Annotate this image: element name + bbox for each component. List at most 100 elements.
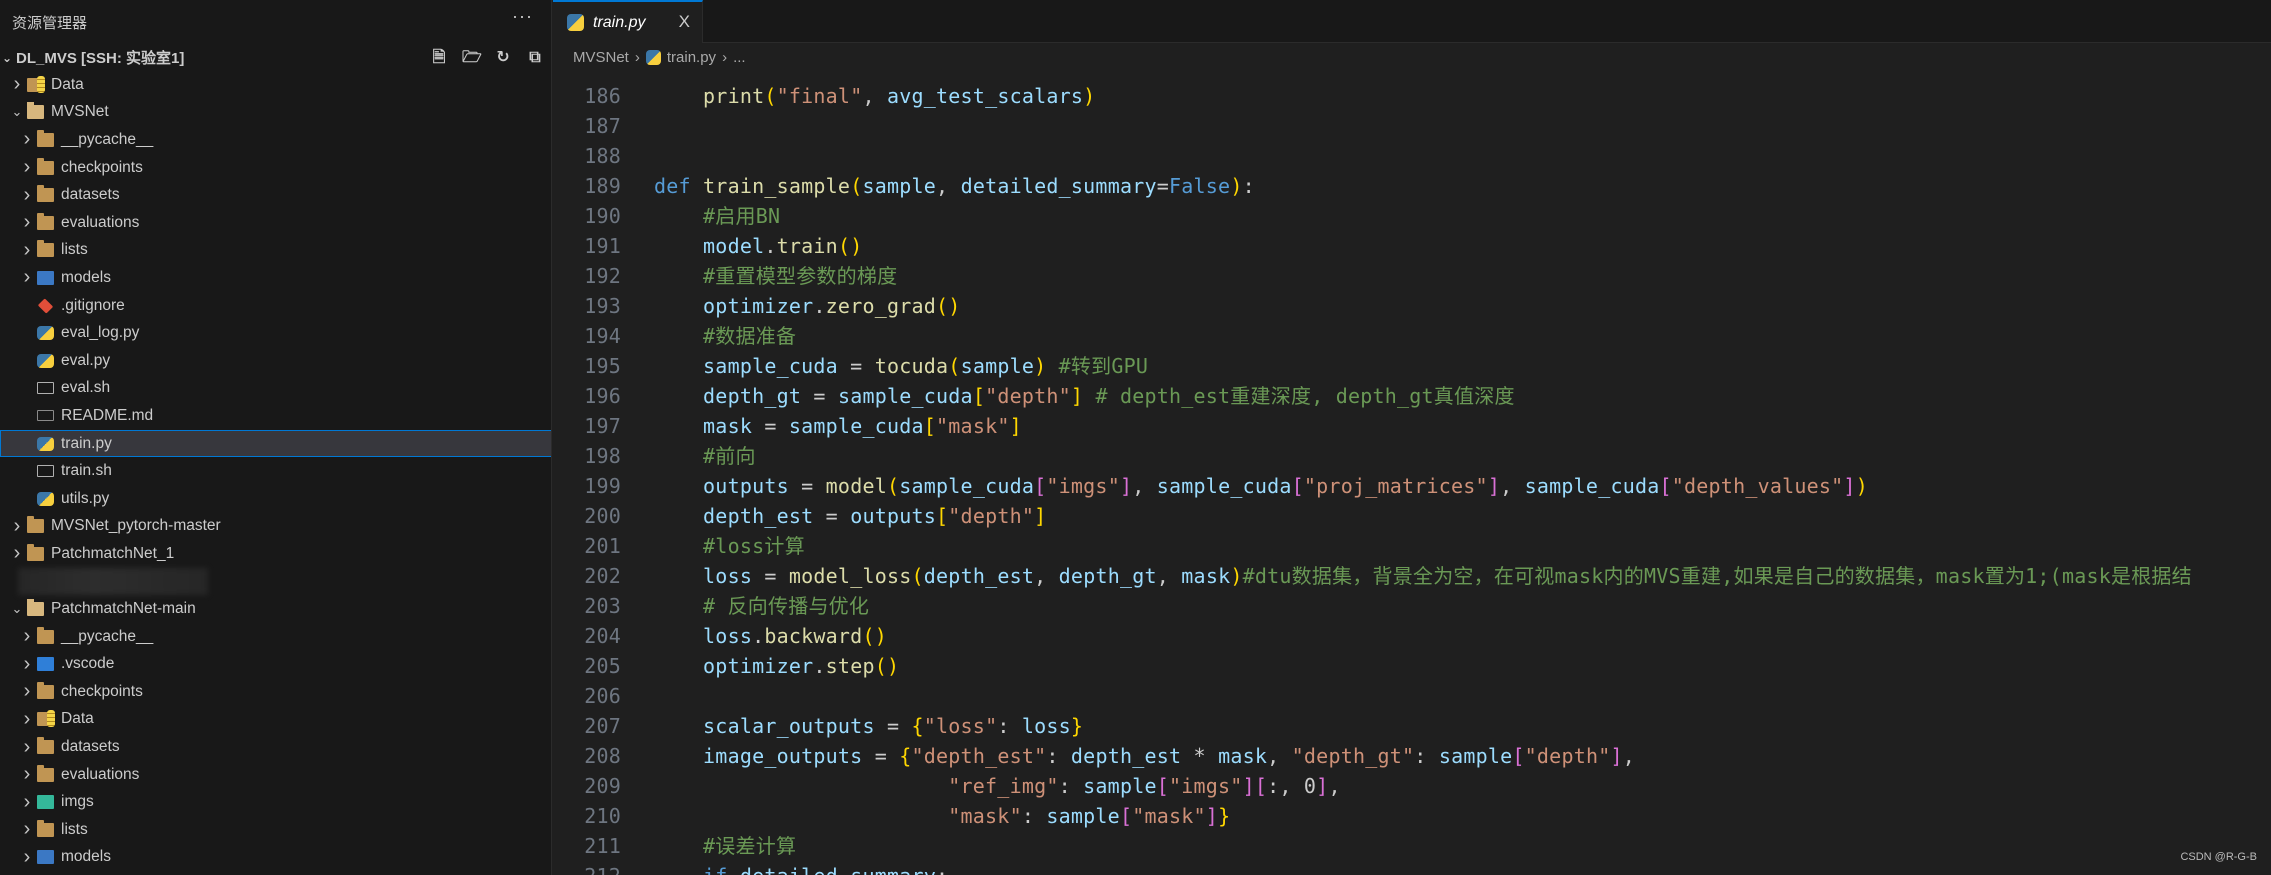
new-folder-icon[interactable]: 🗁 (462, 49, 482, 67)
tree-item-mvsnet-pytorch-master[interactable]: › MVSNet_pytorch-master (0, 513, 551, 541)
code-token-kw: def (654, 174, 704, 198)
tree-item-datasets[interactable]: › datasets (0, 733, 551, 761)
tree-item-models[interactable]: › models (0, 844, 551, 872)
code-line[interactable]: 206 (553, 681, 2271, 711)
folder-icon (27, 516, 44, 534)
tree-item-lists[interactable]: › lists (0, 237, 551, 265)
code-line[interactable]: 205 optimizer.step() (553, 651, 2271, 681)
line-number: 206 (584, 684, 621, 708)
code-text: optimizer.zero_grad() (654, 291, 961, 321)
code-token-b1: ] (1070, 384, 1084, 408)
new-file-icon[interactable]: 🗎 (430, 49, 448, 67)
code-line[interactable]: 192 #重置模型参数的梯度 (553, 261, 2271, 291)
breadcrumb-folder[interactable]: MVSNet (573, 49, 629, 66)
models-icon (37, 270, 54, 285)
code-line[interactable]: 193 optimizer.zero_grad() (553, 291, 2271, 321)
code-line[interactable]: 199 outputs = model(sample_cuda["imgs"],… (553, 471, 2271, 501)
tree-item-vscode[interactable]: › .vscode (0, 650, 551, 678)
tree-item-label: PatchmatchNet-main (51, 600, 196, 618)
tree-item-eval-log-py[interactable]: eval_log.py (0, 319, 551, 347)
code-token-p (654, 564, 703, 588)
code-line[interactable]: 203 # 反向传播与优化 (553, 591, 2271, 621)
code-line[interactable]: 198 #前向 (553, 441, 2271, 471)
py-icon (37, 491, 54, 506)
code-line[interactable]: 194 #数据准备 (553, 321, 2271, 351)
tree-item-eval-sh[interactable]: eval.sh (0, 375, 551, 403)
code-line[interactable]: 200 depth_est = outputs["depth"] (553, 501, 2271, 531)
tree-item-mvsnet[interactable]: ⌄ MVSNet (0, 99, 551, 127)
tree-item-pycache[interactable]: › __pycache__ (0, 126, 551, 154)
line-number: 201 (584, 534, 621, 558)
tree-item-pycache[interactable]: › __pycache__ (0, 623, 551, 651)
models-icon (37, 850, 54, 865)
tree-item-readme-md[interactable]: README.md (0, 402, 551, 430)
tree-item-models[interactable]: › models (0, 264, 551, 292)
tree-item-patchmatchnet-main[interactable]: ⌄ PatchmatchNet-main (0, 595, 551, 623)
tree-item-checkpoints[interactable]: › checkpoints (0, 678, 551, 706)
code-line[interactable]: 197 mask = sample_cuda["mask"] (553, 411, 2271, 441)
tree-item-eval-py[interactable]: eval.py (0, 347, 551, 375)
code-token-b1: } (1070, 714, 1084, 738)
tree-item-checkpoints[interactable]: › checkpoints (0, 154, 551, 182)
code-token-fn: model_loss (788, 564, 912, 588)
code-line[interactable]: 204 loss.backward() (553, 621, 2271, 651)
tree-item-datasets[interactable]: › datasets (0, 181, 551, 209)
code-line[interactable]: 202 loss = model_loss(depth_est, depth_g… (553, 561, 2271, 591)
code-token-p (654, 744, 703, 768)
more-actions-button[interactable]: ··· (512, 6, 533, 27)
code-token-var: mask (1218, 744, 1268, 768)
collapse-all-icon[interactable]: ⧉ (526, 49, 544, 67)
code-token-p: , (1622, 744, 1636, 768)
code-token-var: sample (960, 354, 1035, 378)
folder-icon (37, 764, 54, 782)
workspace-root[interactable]: ⌄ DL_MVS [SSH: 实验室1] 🗎 🗁 ↻ ⧉ (0, 44, 551, 71)
tree-item-train-sh[interactable]: train.sh (0, 457, 551, 485)
code-line[interactable]: 208 image_outputs = {"depth_est": depth_… (553, 741, 2271, 771)
code-line[interactable]: 188 (553, 141, 2271, 171)
code-line[interactable]: 210 "mask": sample["mask"]} (553, 801, 2271, 831)
line-number: 193 (584, 294, 621, 318)
code-token-var: sample (1046, 804, 1120, 828)
code-token-str: "depth" (948, 504, 1035, 528)
code-line[interactable]: 195 sample_cuda = tocuda(sample) #转到GPU (553, 351, 2271, 381)
tree-item-lists[interactable]: › lists (0, 816, 551, 844)
code-token-p: = (862, 744, 900, 768)
code-line[interactable]: 209 "ref_img": sample["imgs"][:, 0], (553, 771, 2271, 801)
refresh-icon[interactable]: ↻ (494, 49, 512, 67)
tree-item-patchmatchnet-1[interactable]: › PatchmatchNet_1 (0, 540, 551, 568)
tree-item-gitignore[interactable]: .gitignore (0, 292, 551, 320)
tree-item-train-py[interactable]: train.py (0, 429, 551, 458)
code-line[interactable]: 201 #loss计算 (553, 531, 2271, 561)
breadcrumb-file[interactable]: train.py (667, 49, 716, 66)
code-line[interactable]: 196 depth_gt = sample_cuda["depth"] # de… (553, 381, 2271, 411)
code-token-p (654, 594, 703, 618)
tree-item-imgs[interactable]: › imgs (0, 788, 551, 816)
code-token-var: sample (862, 174, 937, 198)
tree-item-data[interactable]: › Data (0, 706, 551, 734)
code-line[interactable]: 189 def train_sample(sample, detailed_sum… (553, 171, 2271, 201)
code-line[interactable]: 207 scalar_outputs = {"loss": loss} (553, 711, 2271, 741)
breadcrumb-symbol[interactable]: ... (733, 49, 746, 66)
code-line[interactable]: 190 #启用BN (553, 201, 2271, 231)
code-line[interactable]: 186 print("final", avg_test_scalars) (553, 81, 2271, 111)
code-token-b2: [ (1512, 744, 1525, 768)
code-token-p: , (1328, 774, 1341, 798)
code-line[interactable]: 211 #误差计算 (553, 831, 2271, 861)
tree-item-evaluations[interactable]: › evaluations (0, 209, 551, 237)
tree-item-evaluations[interactable]: › evaluations (0, 761, 551, 789)
code-token-p (654, 324, 703, 348)
code-line[interactable]: 191 model.train() (553, 231, 2271, 261)
code-token-b1: ( (850, 174, 863, 198)
code-token-b2: ] (1843, 474, 1856, 498)
code-editor[interactable]: 186 print("final", avg_test_scalars) 187 1… (553, 72, 2271, 875)
tree-item-utils-py[interactable]: utils.py (0, 485, 551, 513)
code-line[interactable]: 212 if detailed_summary: (553, 861, 2271, 875)
code-token-b1: ) (1083, 84, 1096, 108)
tab-train-py[interactable]: train.py X (553, 0, 703, 43)
tree-item-label: __pycache__ (61, 130, 154, 148)
code-token-b1: ) (1034, 354, 1047, 378)
code-line[interactable]: 187 (553, 111, 2271, 141)
tree-item-data[interactable]: › Data (0, 71, 551, 99)
close-icon[interactable]: X (679, 12, 690, 32)
code-token-com: #loss计算 (703, 534, 805, 558)
